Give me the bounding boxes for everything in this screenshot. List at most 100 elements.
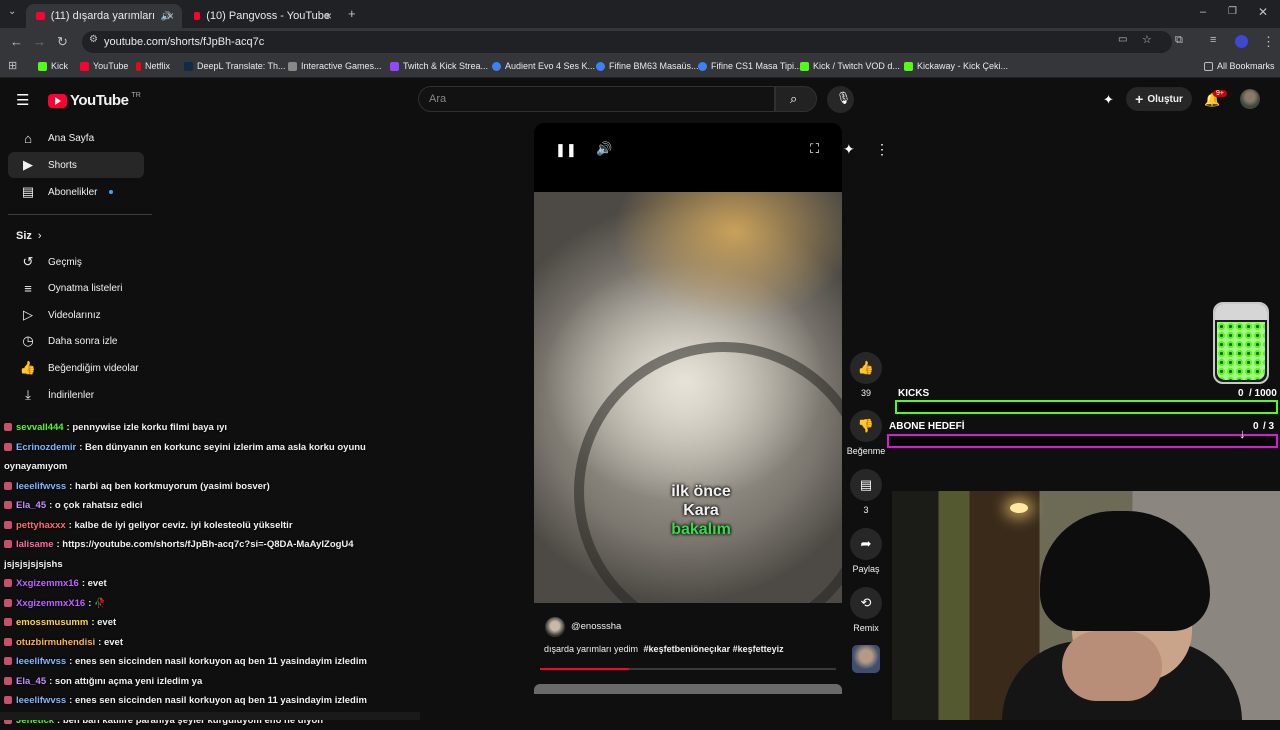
bookmark-games[interactable]: Interactive Games...	[288, 61, 382, 71]
bookmark-fifine-bm63[interactable]: Fifine BM63 Masaüs...	[596, 61, 699, 71]
youtube-icon	[80, 62, 89, 71]
hashtags[interactable]: #keşfetbeniöneçıkar #keşfetteyiz	[644, 644, 784, 654]
search-input[interactable]: Ara	[418, 86, 775, 112]
hamburger-menu-icon[interactable]: ☰	[16, 91, 29, 109]
bookmark-netflix[interactable]: Netflix	[136, 61, 170, 71]
sidebar-item-subscriptions[interactable]: ▤Abonelikler	[8, 179, 144, 205]
chat-message: sevvall444: pennywise izle korku filmi b…	[4, 418, 414, 438]
more-options-icon[interactable]: ⋮	[875, 141, 889, 158]
bookmark-deepl[interactable]: DeepL Translate: Th...	[184, 61, 286, 71]
sidebar-item-your-videos[interactable]: ▷Videolarınız	[8, 302, 144, 328]
minimize-icon[interactable]: –	[1200, 6, 1206, 18]
sidebar-item-watch-later[interactable]: ◷Daha sonra izle	[8, 328, 144, 354]
chat-text: : https://youtube.com/shorts/fJpBh-acq7c…	[57, 539, 354, 550]
tab-pangvoss[interactable]: (10) Pangvoss - YouTube ×	[184, 4, 340, 28]
channel-handle[interactable]: @enosssha	[571, 621, 621, 632]
thumbs-down-icon: 👎	[858, 418, 874, 434]
chat-username: leeelifwvss	[16, 656, 66, 667]
subscriber-goal-label: ABONE HEDEFİ	[889, 421, 965, 432]
ai-sparkle-icon[interactable]: ✦	[843, 141, 855, 158]
reload-icon[interactable]: ↻	[57, 34, 68, 50]
bookmark-youtube[interactable]: YouTube	[80, 61, 128, 71]
bookmark-audient[interactable]: Audient Evo 4 Ses K...	[492, 61, 595, 71]
new-tab-button[interactable]: +	[348, 6, 356, 21]
sound-thumbnail[interactable]	[852, 645, 880, 673]
bookmark-vod[interactable]: Kick / Twitch VOD d...	[800, 61, 900, 71]
fullscreen-icon[interactable]: ⛶	[810, 141, 819, 157]
volume-icon[interactable]: 🔊	[596, 141, 612, 157]
cast-icon[interactable]: ▭	[1118, 34, 1127, 45]
sidebar-item-downloads[interactable]: ⤓İndirilenler	[8, 382, 144, 408]
video-frame[interactable]	[534, 192, 842, 603]
bookmark-twitch-kick[interactable]: Twitch & Kick Strea...	[390, 61, 488, 71]
chat-badge-icon	[4, 657, 12, 665]
tab-search-icon[interactable]: ⌄	[8, 6, 16, 17]
plus-icon: +	[1135, 91, 1143, 107]
chat-badge-icon	[4, 521, 12, 529]
chat-username: leeelifwvss	[16, 695, 66, 706]
sidebar-item-playlists[interactable]: ≡Oynatma listeleri	[8, 275, 144, 301]
chat-username: sevvall444	[16, 422, 64, 433]
tab-shorts[interactable]: (11) dışarda yarımları yedim 🔊 ×	[26, 4, 182, 28]
kicks-current: 0	[1238, 388, 1244, 399]
chat-text: : Ben dünyanın en korkunc seyini izlerim…	[79, 442, 366, 453]
menu-icon[interactable]: ⋮	[1262, 34, 1275, 50]
sidebar-section-you[interactable]: Siz›	[8, 223, 144, 249]
close-tab-icon[interactable]: ×	[325, 9, 332, 23]
sidebar-divider	[8, 214, 152, 215]
bookmark-fifine-cs1[interactable]: Fifine CS1 Masa Tipi...	[698, 61, 802, 71]
close-tab-icon[interactable]: ×	[167, 9, 174, 23]
comments-button[interactable]: ▤	[850, 469, 882, 501]
address-bar[interactable]: ⚙ youtube.com/shorts/fJpBh-acq7c ▭ ☆	[82, 31, 1172, 53]
search-button[interactable]: ⌕	[775, 86, 817, 112]
maximize-icon[interactable]: ❐	[1228, 6, 1237, 17]
chat-text: : son attığını açma yeni izledim ya	[49, 676, 202, 687]
next-short-preview[interactable]	[534, 684, 842, 694]
chat-text: : 🥀	[88, 598, 106, 609]
back-icon[interactable]: ←	[10, 34, 23, 49]
bookmark-kick[interactable]: Kick	[38, 61, 68, 71]
forward-icon[interactable]: →	[33, 34, 46, 49]
sidebar-item-liked[interactable]: 👍Beğendiğim videolar	[8, 355, 144, 381]
extensions-icon[interactable]: ⧉	[1175, 34, 1183, 47]
remix-button[interactable]: ⟲	[850, 587, 882, 619]
chat-username: pettyhaxxx	[16, 520, 66, 531]
sidebar-item-shorts[interactable]: ▶Shorts	[8, 152, 144, 178]
close-window-icon[interactable]: ✕	[1258, 5, 1268, 19]
like-button[interactable]: 👍	[850, 352, 882, 384]
voice-search-button[interactable]: 🎙	[827, 86, 854, 113]
chat-message: leeelifwvss: harbi aq ben korkmuyorum (y…	[4, 477, 414, 497]
youtube-logo[interactable]: YouTube TR	[48, 92, 141, 109]
share-button[interactable]: ➦	[850, 528, 882, 560]
profile-icon[interactable]	[1235, 35, 1248, 48]
media-control-icon[interactable]: ≡	[1210, 34, 1216, 46]
all-bookmarks[interactable]: All Bookmarks	[1204, 61, 1275, 71]
pause-icon[interactable]: ❚❚	[555, 142, 577, 158]
shorts-player[interactable]: ilk önce Kara bakalım ❚❚ 🔊 ⛶	[534, 123, 842, 603]
bookmark-star-icon[interactable]: ☆	[1142, 33, 1152, 46]
dislike-button[interactable]: 👎	[850, 410, 882, 442]
chat-text: : enes sen siccinden nasil korkuyon aq b…	[69, 695, 367, 706]
kick-icon	[38, 62, 47, 71]
apps-icon[interactable]: ⊞	[8, 59, 17, 72]
chat-badge-icon	[4, 618, 12, 626]
chat-badge-icon	[4, 423, 12, 431]
check-icon	[596, 62, 605, 71]
chat-username: Ela_45	[16, 676, 46, 687]
ai-sparkle-icon[interactable]: ✦	[1103, 92, 1114, 108]
pot-rim	[574, 342, 842, 603]
account-avatar[interactable]	[1240, 89, 1260, 109]
video-progress-bar[interactable]	[540, 668, 836, 670]
subscriptions-icon: ▤	[8, 184, 48, 200]
comment-icon: ▤	[860, 477, 872, 493]
bookmark-kickaway[interactable]: Kickaway - Kick Çeki...	[904, 61, 1008, 71]
create-button[interactable]: +Oluştur	[1126, 87, 1192, 111]
sidebar-item-history[interactable]: ↺Geçmiş	[8, 249, 144, 275]
scroll-down-icon[interactable]: ↓	[1239, 426, 1246, 441]
channel-avatar[interactable]	[545, 617, 565, 637]
site-info-icon[interactable]: ⚙	[89, 34, 98, 45]
sidebar-item-home[interactable]: ⌂Ana Sayfa	[8, 125, 144, 151]
playlist-icon: ≡	[8, 281, 48, 296]
history-icon: ↺	[8, 254, 48, 270]
chat-username: leeelifwvss	[16, 481, 66, 492]
